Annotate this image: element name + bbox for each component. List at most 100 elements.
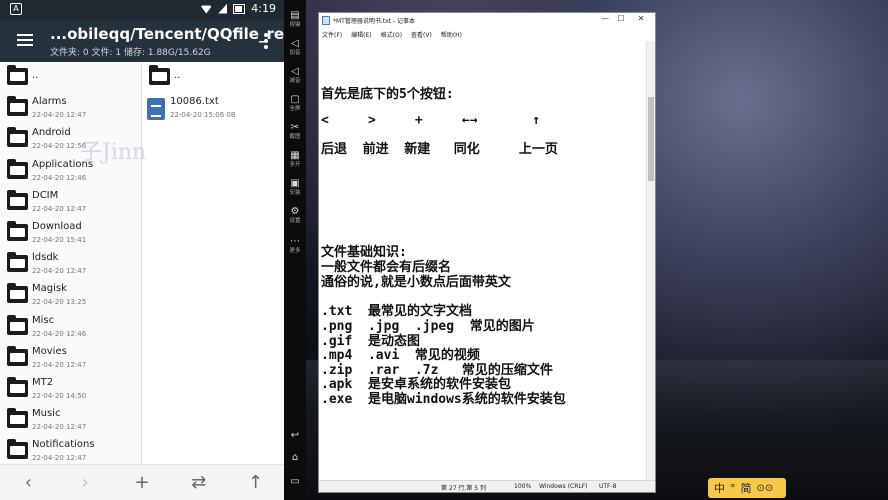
text-line: 后退 前进 新建 同化 上一页 [321,142,558,157]
ime-skin-icon[interactable]: ⊙⊙ [757,483,774,494]
vertical-scrollbar[interactable] [646,41,655,481]
item-date: 22-04-20 12:47 [32,423,87,432]
back-button[interactable]: ‹ [14,469,42,497]
side-tool-10[interactable]: ⌂ [284,452,306,464]
item-date: 22-04-20 12:56 [32,142,87,151]
parent-folder-item[interactable]: .. [0,62,141,93]
menu-icon[interactable] [17,34,33,46]
item-date: 22-04-20 12:47 [32,267,87,276]
ime-mode[interactable]: 简 [741,480,752,496]
item-date: 22-04-20 12:47 [32,454,87,463]
side-tool-icon: ▢ [290,94,300,105]
text-line: < > + ←→ ↑ [321,113,541,128]
item-date: 22-04-20 12:47 [32,204,87,213]
menu-view[interactable]: 查看(V) [411,30,432,39]
text-line: 一般文件都会有后缀名 [321,260,452,275]
maximize-button[interactable]: ☐ [613,14,629,23]
ime-toolbar[interactable]: 中 ° 简 ⊙⊙ [708,478,786,498]
close-button[interactable]: ✕ [633,14,649,23]
new-button[interactable]: + [128,469,156,497]
sync-button[interactable]: ⇄ [185,469,213,497]
folder-icon [7,439,28,460]
side-tool-3[interactable]: ▢ 全屏 [284,94,306,113]
notepad-text-area[interactable]: 首先是底下的5个按钮: < > + ←→ ↑ 后退 前进 新建 同化 上一页 文… [319,41,647,481]
item-name: ldsdk [32,252,59,264]
side-tool-2[interactable]: ◁ 减音 [284,66,306,85]
folder-icon [149,65,170,85]
parent-dir-button[interactable]: ↑ [242,469,270,497]
folder-icon [7,408,28,429]
item-name: Magisk [32,283,67,295]
scrollbar-thumb[interactable] [648,97,654,181]
folder-item[interactable]: DCIM 22-04-20 12:47 [0,187,141,218]
item-name: .. [174,70,181,81]
file-item[interactable]: 10086.txt 22-04-20 15:06 0B [142,93,284,124]
side-tool-label: 设置 [289,218,301,224]
menu-file[interactable]: 文件(F) [322,30,342,39]
text-line: .apk 是安卓系统的软件安装包 [321,377,511,392]
zoom-level: 100% [514,483,532,490]
side-tool-9[interactable]: ↩ [284,430,306,442]
folder-item[interactable]: Download 22-04-20 15:41 [0,218,141,249]
side-tool-icon: ▣ [290,178,300,189]
folder-icon [7,220,28,241]
side-tool-icon: ⌂ [291,452,299,463]
notepad-titlebar[interactable]: *MT管理器说明书.txt - 记事本 — ☐ ✕ [319,13,655,28]
text-line: .zip .rar .7z 常见的压缩文件 [321,363,553,378]
menu-edit[interactable]: 编辑(E) [351,30,371,39]
menu-format[interactable]: 格式(O) [381,30,402,39]
side-tool-label: 安装 [289,190,301,196]
left-pane[interactable]: .. Alarms 22-04-20 12:47 Android 22-04-20 12… [0,62,142,464]
folder-item[interactable]: Magisk 22-04-20 13:25 [0,280,141,311]
encoding: UTF-8 [599,483,617,490]
side-tool-icon: ▭ [290,476,300,487]
side-tool-1[interactable]: ◁ 加音 [284,38,306,57]
side-tool-11[interactable]: ▭ [284,476,306,488]
menu-help[interactable]: 帮助(H) [441,30,462,39]
side-tool-icon: ⚙ [290,206,300,217]
item-date: 22-04-20 12:46 [32,329,87,338]
folder-item[interactable]: ldsdk 22-04-20 12:47 [0,249,141,280]
dual-pane: .. Alarms 22-04-20 12:47 Android 22-04-20 12… [0,62,284,464]
side-tool-6[interactable]: ▣ 安装 [284,178,306,197]
folder-item[interactable]: Alarms 22-04-20 12:47 [0,93,141,124]
folder-item[interactable]: Misc 22-04-20 12:46 [0,312,141,343]
side-tool-7[interactable]: ⚙ 设置 [284,206,306,225]
side-tool-label: 多开 [289,162,301,168]
folder-icon [7,189,28,210]
parent-folder-item[interactable]: .. [142,62,284,93]
forward-button[interactable]: › [71,469,99,497]
notepad-status-bar: 第 27 行,第 5 列 100% Windows (CRLF) UTF-8 [319,480,655,492]
item-date: 22-04-20 15:41 [32,235,87,244]
item-date: 22-04-20 12:47 [32,360,87,369]
right-pane[interactable]: .. 10086.txt 22-04-20 15:06 0B [142,62,284,464]
folder-item[interactable]: MT2 22-04-20 14:50 [0,374,141,405]
emulator-side-toolbar: ▤ 按键 ◁ 加音 ◁ 减音 ▢ 全屏 ✂ 截图 ▦ 多开 ▣ 安装 ⚙ 设置 ⋯ 更多 ↩ ⌂ ▭ [284,0,306,500]
battery-icon [233,3,246,14]
ime-punct[interactable]: ° [730,482,736,495]
side-tool-label: 更多 [289,248,301,254]
notepad-window: *MT管理器说明书.txt - 记事本 — ☐ ✕ 文件(F) 编辑(E) 格式… [318,12,656,493]
side-tool-4[interactable]: ✂ 截图 [284,122,306,141]
text-line: .txt 最常见的文字文档 [321,304,472,319]
more-options-icon[interactable] [264,33,268,51]
notepad-menubar: 文件(F) 编辑(E) 格式(O) 查看(V) 帮助(H) [319,28,655,40]
folder-item[interactable]: Notifications 22-04-20 12:47 [0,436,141,464]
text-file-icon [147,98,165,121]
side-tool-5[interactable]: ▦ 多开 [284,150,306,169]
side-tool-0[interactable]: ▤ 按键 [284,10,306,29]
folder-item[interactable]: Music 22-04-20 12:47 [0,405,141,436]
window-title: *MT管理器说明书.txt - 记事本 [333,18,415,25]
storage-info: 文件夹: 0 文件: 1 储存: 1.88G/15.62G [50,48,211,58]
minimize-button[interactable]: — [597,14,613,23]
signal-icon [218,3,228,14]
ime-language[interactable]: 中 [714,480,725,496]
item-name: Movies [32,345,67,357]
folder-item[interactable]: Movies 22-04-20 12:47 [0,343,141,374]
item-name: Alarms [32,96,67,108]
item-name: Download [32,220,82,232]
folder-icon [7,314,28,335]
notification-icon: A [10,3,22,15]
side-tool-icon: ▤ [290,10,300,21]
side-tool-8[interactable]: ⋯ 更多 [284,236,306,255]
